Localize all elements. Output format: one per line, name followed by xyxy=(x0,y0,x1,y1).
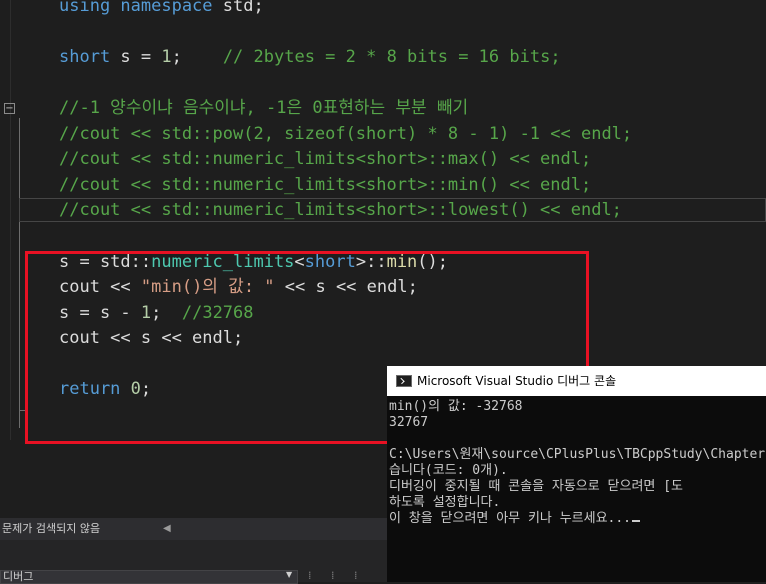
debug-console-window[interactable]: Microsoft Visual Studio 디버그 콘솔 min()의 값:… xyxy=(387,366,766,582)
console-line: 습니다(코드: 0개). xyxy=(389,463,508,478)
output-toolbar: 디버그 ▼ ⁞ ⁞ ⁞ xyxy=(0,568,387,584)
outline-bar xyxy=(19,118,20,428)
console-line: 이 창을 닫으려면 아무 키나 누르세요... xyxy=(389,511,641,527)
code-line: //cout << std::pow(2, sizeof(short) * 8 … xyxy=(59,124,633,144)
console-line: 하도록 설정합니다. xyxy=(389,495,501,510)
code-line: using namespace std; xyxy=(59,0,264,16)
scroll-left-icon[interactable]: ◀ xyxy=(163,518,171,540)
error-list-panel: 문제가 검색되지 않음 ◀ 디버그 ▼ ⁞ ⁞ ⁞ xyxy=(0,518,387,584)
console-line: 디버깅이 중지될 때 콘솔을 자동으로 닫으려면 [도 xyxy=(389,479,683,494)
console-titlebar[interactable]: Microsoft Visual Studio 디버그 콘솔 xyxy=(387,366,766,396)
console-title: Microsoft Visual Studio 디버그 콘솔 xyxy=(417,374,617,388)
code-line: //cout << std::numeric_limits<short>::lo… xyxy=(59,200,622,220)
chevron-down-icon[interactable]: ▼ xyxy=(286,570,292,579)
no-issues-label: 문제가 검색되지 않음 xyxy=(2,522,101,535)
margin-divider xyxy=(10,0,11,440)
code-line: short s = 1; // 2bytes = 2 * 8 bits = 16… xyxy=(59,47,561,67)
console-line: min()의 값: -32768 xyxy=(389,399,523,414)
code-line: //cout << std::numeric_limits<short>::mi… xyxy=(59,175,592,195)
console-app-icon xyxy=(396,375,412,387)
collapse-toggle-icon[interactable]: − xyxy=(4,103,15,114)
code-line: //cout << std::numeric_limits<short>::ma… xyxy=(59,149,592,169)
console-line: 32767 xyxy=(389,415,429,430)
toolbar-icons[interactable]: ⁞ ⁞ ⁞ xyxy=(308,569,365,582)
code-line: //-1 양수이냐 음수이냐, -1은 0표현하는 부분 빼기 xyxy=(59,98,469,118)
text-cursor xyxy=(632,520,641,522)
console-line: C:\Users\원재\source\CPlusPlus\TBCppStudy\… xyxy=(389,447,766,462)
error-list-status: 문제가 검색되지 않음 ◀ xyxy=(0,518,387,540)
